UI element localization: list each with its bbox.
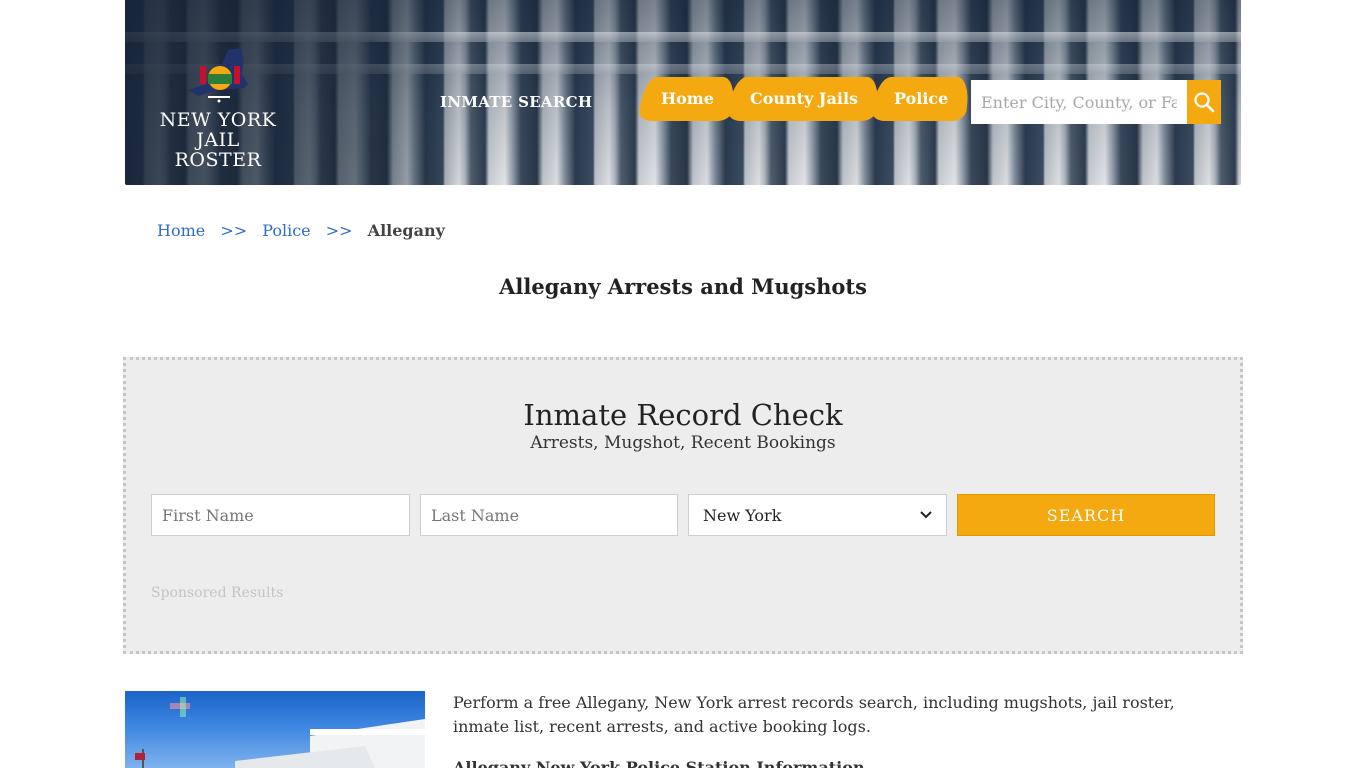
search-icon — [1194, 92, 1215, 113]
nav-home-label: Home — [661, 89, 714, 108]
main-nav: Home County Jails Police — [637, 77, 972, 121]
breadcrumb-separator: >> — [325, 221, 353, 240]
breadcrumb: Home >> Police >> Allegany — [157, 221, 445, 240]
breadcrumb-home[interactable]: Home — [157, 221, 205, 240]
state-select[interactable]: New York — [688, 494, 947, 536]
facility-search-button[interactable] — [1187, 80, 1221, 124]
chevron-down-icon — [920, 511, 932, 519]
logo-line-1: NEW YORK — [159, 109, 277, 131]
station-building-image — [135, 697, 425, 768]
breadcrumb-separator: >> — [220, 221, 248, 240]
logo-line-2: JAIL ROSTER — [174, 129, 262, 171]
facility-search-input[interactable] — [971, 80, 1187, 124]
nav-home[interactable]: Home — [637, 77, 737, 121]
first-name-input[interactable] — [151, 494, 410, 536]
police-station-photo — [125, 691, 425, 768]
inmate-search-link[interactable]: INMATE SEARCH — [440, 93, 592, 111]
new-york-state-icon — [188, 48, 248, 103]
intro-paragraph: Perform a free Allegany, New York arrest… — [453, 693, 1175, 736]
nav-police[interactable]: Police — [870, 77, 972, 121]
facility-search — [971, 80, 1221, 124]
page-title: Allegany Arrests and Mugshots — [499, 274, 867, 299]
record-search-button[interactable]: SEARCH — [957, 494, 1215, 536]
record-check-title: Inmate Record Check — [523, 398, 843, 432]
nav-county-jails[interactable]: County Jails — [726, 77, 882, 121]
sponsored-results-label: Sponsored Results — [151, 585, 284, 601]
breadcrumb-police[interactable]: Police — [262, 221, 310, 240]
site-logo[interactable]: NEW YORK JAIL ROSTER — [153, 44, 283, 170]
record-check-subtitle: Arrests, Mugshot, Recent Bookings — [530, 433, 836, 453]
inmate-record-check-panel: Inmate Record Check Arrests, Mugshot, Re… — [123, 357, 1243, 654]
state-select-value: New York — [703, 505, 782, 525]
nav-police-label: Police — [893, 89, 949, 108]
site-header: NEW YORK JAIL ROSTER INMATE SEARCH Home … — [125, 0, 1241, 185]
nav-county-jails-label: County Jails — [749, 89, 858, 108]
station-info-heading: Allegany New York Police Station Informa… — [453, 758, 865, 768]
breadcrumb-current: Allegany — [367, 221, 445, 240]
last-name-input[interactable] — [420, 494, 678, 536]
logo-text: NEW YORK JAIL ROSTER — [153, 110, 283, 170]
